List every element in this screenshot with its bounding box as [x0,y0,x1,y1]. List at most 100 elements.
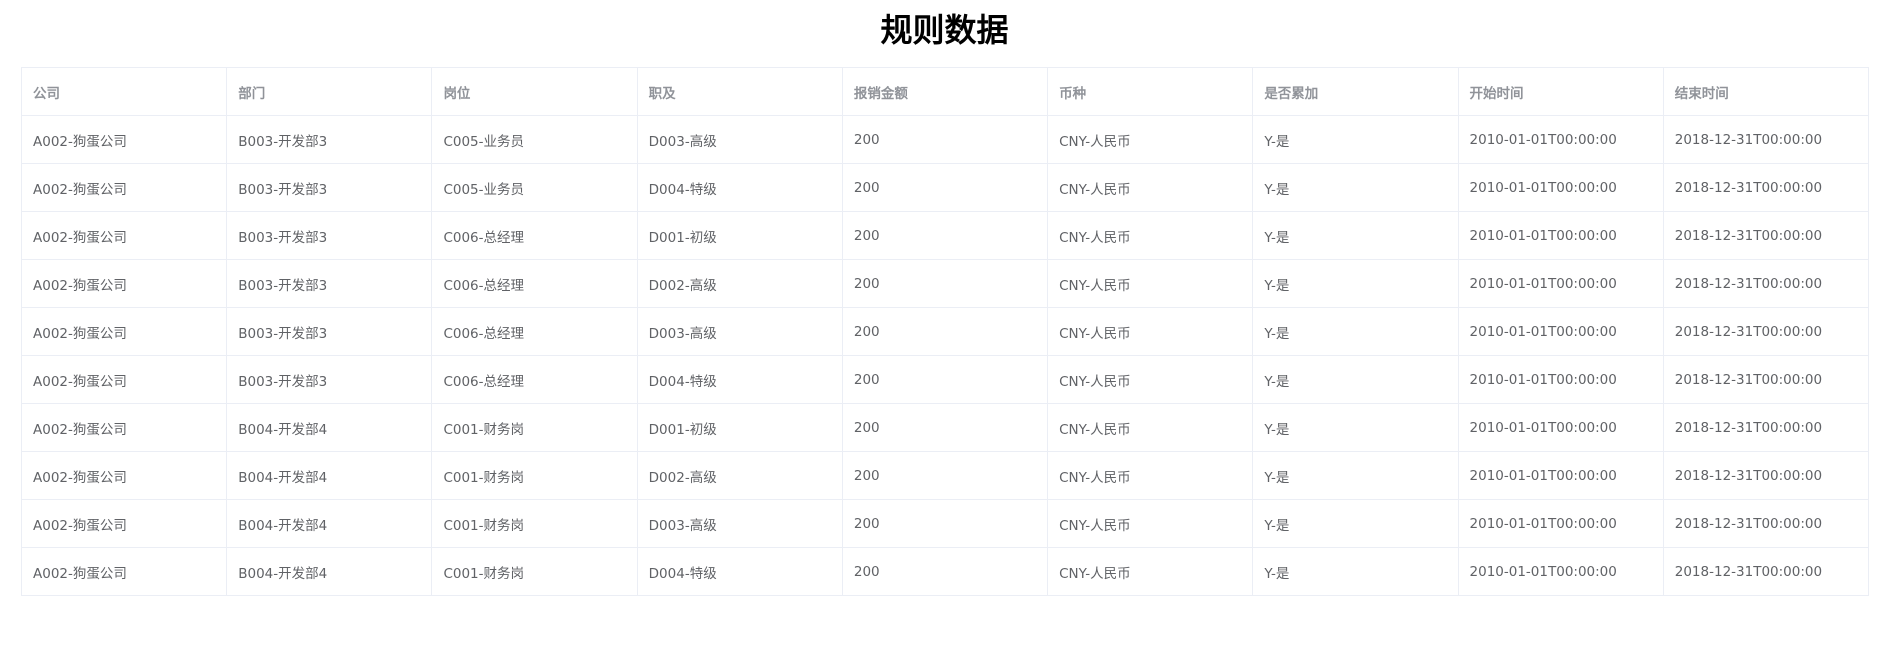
cell-cumulative: Y-是 [1252,499,1459,548]
table-row: A002-狗蛋公司 B003-开发部3 C006-总经理 D002-高级 200 CNY-… [21,259,1870,308]
cell-company: A002-狗蛋公司 [21,115,228,164]
cell-end-time: 2018-12-31T00:00:00 [1663,211,1870,260]
cell-end-time: 2018-12-31T00:00:00 [1663,451,1870,500]
cell-level: D003-高级 [637,307,843,356]
table-row: A002-狗蛋公司 B004-开发部4 C001-财务岗 D002-高级 200 CNY-… [21,451,1870,500]
cell-cumulative: Y-是 [1252,115,1459,164]
cell-level: D001-初级 [637,403,843,452]
cell-cumulative: Y-是 [1252,547,1459,596]
table-header: 公司 部门 岗位 职及 报销金额 币种 是否累加 开始时间 结束时间 [21,67,1870,116]
cell-start-time: 2010-01-01T00:00:00 [1458,163,1664,212]
table-header-row: 公司 部门 岗位 职及 报销金额 币种 是否累加 开始时间 结束时间 [21,67,1870,116]
column-header-cumulative: 是否累加 [1252,67,1459,116]
table-row: A002-狗蛋公司 B004-开发部4 C001-财务岗 D001-初级 200 CNY-… [21,403,1870,452]
cell-start-time: 2010-01-01T00:00:00 [1458,211,1664,260]
cell-department: B003-开发部3 [226,115,433,164]
rules-table: 公司 部门 岗位 职及 报销金额 币种 是否累加 开始时间 结束时间 A002-… [21,67,1870,596]
cell-currency: CNY-人民币 [1047,115,1254,164]
cell-end-time: 2018-12-31T00:00:00 [1663,547,1870,596]
cell-currency: CNY-人民币 [1047,163,1254,212]
cell-start-time: 2010-01-01T00:00:00 [1458,547,1664,596]
cell-company: A002-狗蛋公司 [21,259,228,308]
cell-amount: 200 [842,115,1049,164]
cell-department: B003-开发部3 [226,211,433,260]
cell-position: C005-业务员 [431,163,638,212]
cell-department: B004-开发部4 [226,499,433,548]
cell-start-time: 2010-01-01T00:00:00 [1458,355,1664,404]
cell-company: A002-狗蛋公司 [21,355,228,404]
table-row: A002-狗蛋公司 B004-开发部4 C001-财务岗 D003-高级 200 CNY-… [21,499,1870,548]
cell-department: B004-开发部4 [226,403,433,452]
cell-currency: CNY-人民币 [1047,499,1254,548]
cell-end-time: 2018-12-31T00:00:00 [1663,355,1870,404]
cell-amount: 200 [842,547,1049,596]
cell-company: A002-狗蛋公司 [21,211,228,260]
cell-currency: CNY-人民币 [1047,211,1254,260]
cell-amount: 200 [842,259,1049,308]
cell-position: C006-总经理 [431,259,638,308]
cell-end-time: 2018-12-31T00:00:00 [1663,499,1870,548]
cell-company: A002-狗蛋公司 [21,307,228,356]
cell-position: C006-总经理 [431,355,638,404]
cell-level: D004-特级 [637,163,843,212]
cell-currency: CNY-人民币 [1047,259,1254,308]
cell-position: C006-总经理 [431,307,638,356]
cell-start-time: 2010-01-01T00:00:00 [1458,307,1664,356]
cell-position: C006-总经理 [431,211,638,260]
column-header-start-time: 开始时间 [1458,67,1664,116]
cell-amount: 200 [842,163,1049,212]
cell-start-time: 2010-01-01T00:00:00 [1458,451,1664,500]
cell-cumulative: Y-是 [1252,307,1459,356]
rules-table-container: 公司 部门 岗位 职及 报销金额 币种 是否累加 开始时间 结束时间 A002-… [21,67,1870,596]
cell-level: D003-高级 [637,499,843,548]
cell-department: B003-开发部3 [226,163,433,212]
cell-start-time: 2010-01-01T00:00:00 [1458,115,1664,164]
cell-department: B003-开发部3 [226,259,433,308]
cell-level: D004-特级 [637,547,843,596]
column-header-level: 职及 [637,67,843,116]
cell-end-time: 2018-12-31T00:00:00 [1663,307,1870,356]
cell-currency: CNY-人民币 [1047,307,1254,356]
cell-start-time: 2010-01-01T00:00:00 [1458,499,1664,548]
cell-amount: 200 [842,499,1049,548]
cell-company: A002-狗蛋公司 [21,499,228,548]
cell-end-time: 2018-12-31T00:00:00 [1663,115,1870,164]
cell-department: B003-开发部3 [226,307,433,356]
cell-amount: 200 [842,451,1049,500]
cell-start-time: 2010-01-01T00:00:00 [1458,403,1664,452]
cell-position: C001-财务岗 [431,499,638,548]
cell-position: C001-财务岗 [431,403,638,452]
table-row: A002-狗蛋公司 B003-开发部3 C006-总经理 D004-特级 200 CNY-… [21,355,1870,404]
cell-level: D002-高级 [637,451,843,500]
column-header-amount: 报销金额 [842,67,1049,116]
cell-position: C001-财务岗 [431,547,638,596]
table-body: A002-狗蛋公司 B003-开发部3 C005-业务员 D003-高级 200 CNY-… [21,115,1870,596]
table-row: A002-狗蛋公司 B003-开发部3 C006-总经理 D003-高级 200 CNY-… [21,307,1870,356]
cell-department: B004-开发部4 [226,451,433,500]
cell-amount: 200 [842,211,1049,260]
cell-level: D001-初级 [637,211,843,260]
column-header-department: 部门 [226,67,433,116]
cell-cumulative: Y-是 [1252,211,1459,260]
table-row: A002-狗蛋公司 B003-开发部3 C005-业务员 D003-高级 200 CNY-… [21,115,1870,164]
table-row: A002-狗蛋公司 B003-开发部3 C006-总经理 D001-初级 200 CNY-… [21,211,1870,260]
cell-end-time: 2018-12-31T00:00:00 [1663,163,1870,212]
column-header-end-time: 结束时间 [1663,67,1870,116]
cell-position: C001-财务岗 [431,451,638,500]
cell-cumulative: Y-是 [1252,259,1459,308]
column-header-company: 公司 [21,67,228,116]
page-title: 规则数据 [880,11,1009,49]
cell-currency: CNY-人民币 [1047,403,1254,452]
cell-company: A002-狗蛋公司 [21,547,228,596]
cell-amount: 200 [842,355,1049,404]
cell-cumulative: Y-是 [1252,163,1459,212]
cell-end-time: 2018-12-31T00:00:00 [1663,403,1870,452]
cell-position: C005-业务员 [431,115,638,164]
cell-currency: CNY-人民币 [1047,451,1254,500]
cell-company: A002-狗蛋公司 [21,403,228,452]
cell-cumulative: Y-是 [1252,451,1459,500]
cell-cumulative: Y-是 [1252,403,1459,452]
cell-level: D002-高级 [637,259,843,308]
cell-company: A002-狗蛋公司 [21,451,228,500]
cell-amount: 200 [842,403,1049,452]
